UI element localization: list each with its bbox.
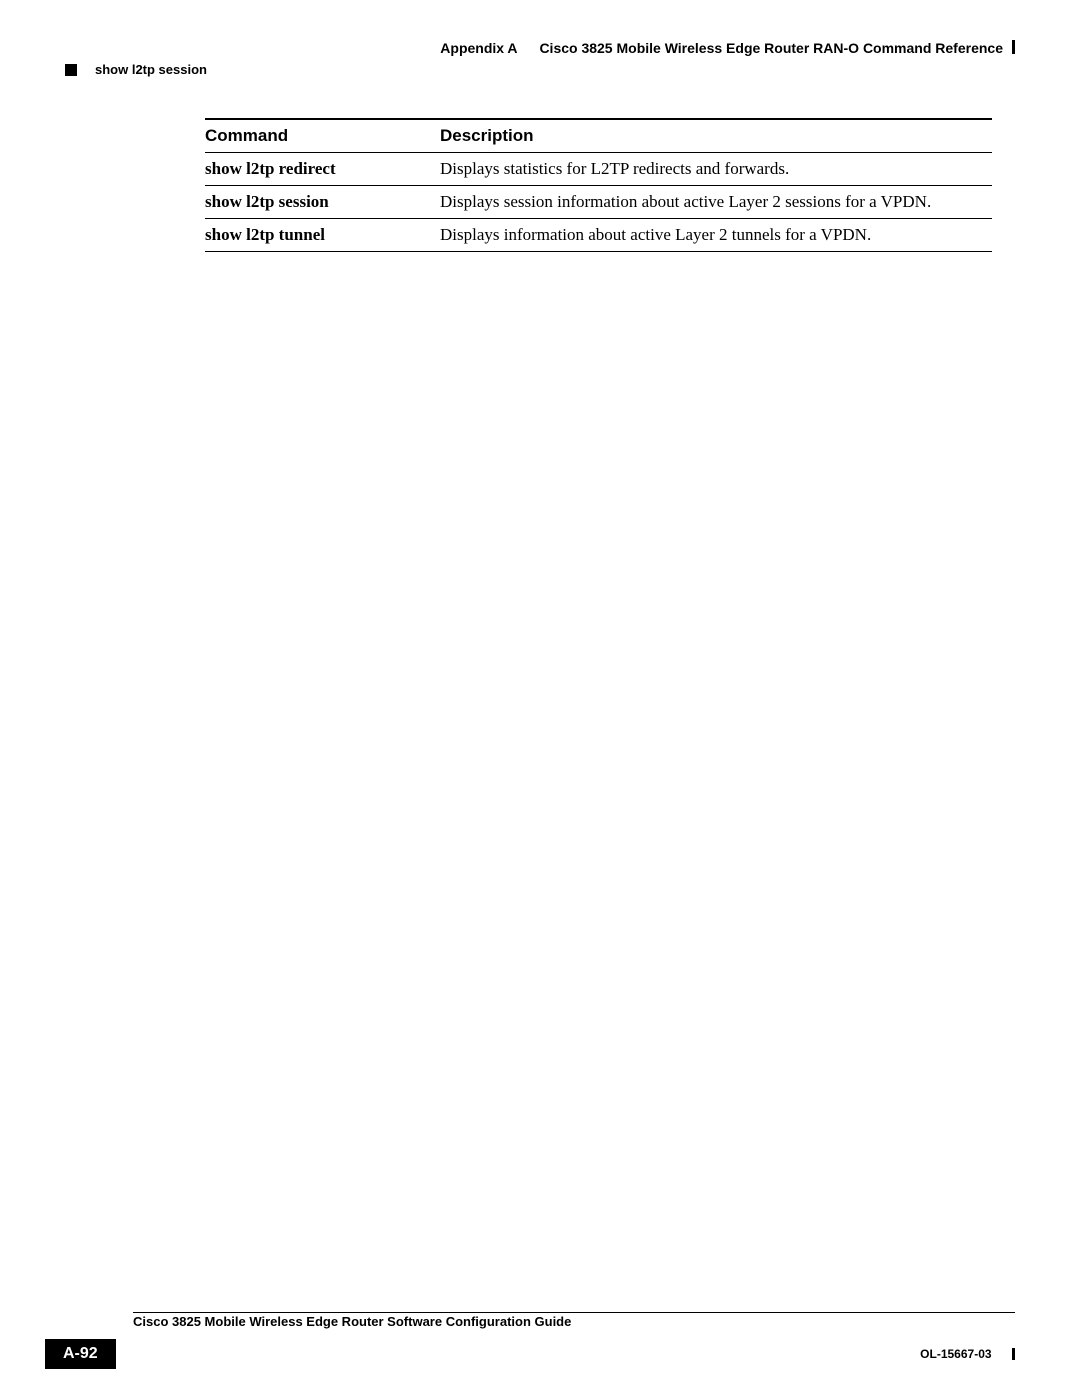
header-top-line: Appendix A Cisco 3825 Mobile Wireless Ed… — [65, 40, 1015, 56]
doc-id-wrapper: OL-15667-03 — [920, 1345, 1015, 1363]
header-title: Cisco 3825 Mobile Wireless Edge Router R… — [539, 40, 1003, 56]
table-row: show l2tp tunnel Displays information ab… — [205, 219, 992, 252]
footer-guide-title: Cisco 3825 Mobile Wireless Edge Router S… — [133, 1314, 579, 1329]
table-header-row: Command Description — [205, 119, 992, 153]
main-content: Command Description show l2tp redirect D… — [205, 118, 992, 252]
command-table: Command Description show l2tp redirect D… — [205, 118, 992, 252]
cmd-cell: show l2tp redirect — [205, 153, 440, 186]
desc-cell: Displays statistics for L2TP redirects a… — [440, 153, 992, 186]
page-header: Appendix A Cisco 3825 Mobile Wireless Ed… — [65, 40, 1015, 77]
section-title: show l2tp session — [95, 62, 207, 77]
desc-cell: Displays information about active Layer … — [440, 219, 992, 252]
document-id: OL-15667-03 — [920, 1347, 1001, 1361]
page-footer: Cisco 3825 Mobile Wireless Edge Router S… — [45, 1312, 1015, 1369]
footer-marker-icon — [1012, 1348, 1015, 1360]
header-marker-icon — [1012, 40, 1015, 54]
table-row: show l2tp redirect Displays statistics f… — [205, 153, 992, 186]
footer-bottom-row: A-92 OL-15667-03 — [45, 1339, 1015, 1369]
cmd-cell: show l2tp session — [205, 186, 440, 219]
desc-cell: Displays session information about activ… — [440, 186, 992, 219]
cmd-cell: show l2tp tunnel — [205, 219, 440, 252]
square-icon — [65, 64, 77, 76]
footer-divider — [133, 1312, 1015, 1313]
col-header-description: Description — [440, 119, 992, 153]
header-sub-line: show l2tp session — [65, 62, 1015, 77]
table-row: show l2tp session Displays session infor… — [205, 186, 992, 219]
page-number-badge: A-92 — [45, 1339, 116, 1369]
col-header-command: Command — [205, 119, 440, 153]
appendix-label: Appendix A — [440, 40, 517, 56]
